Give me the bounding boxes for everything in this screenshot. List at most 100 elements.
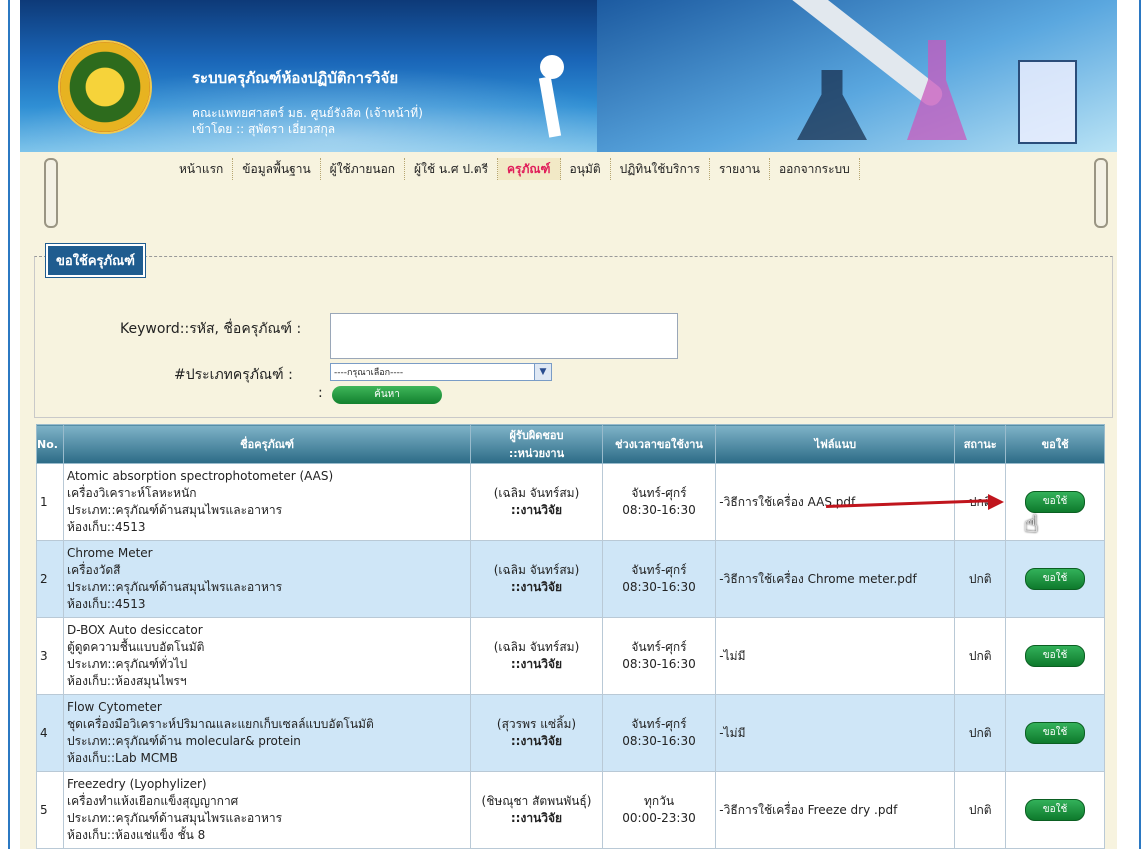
equipment-room: ห้องเก็บ::ห้องสมุนไพรฯ — [66, 674, 187, 688]
type-label: #ประเภทครุภัณฑ์ : — [174, 367, 293, 383]
scroll-ornament-right-icon — [1094, 158, 1108, 228]
type-select[interactable]: ----กรุณาเลือก---- ▼ — [330, 363, 552, 381]
cell-name: Flow Cytometer ชุดเครื่องมือวิเคราะห์ปริม… — [62, 694, 472, 772]
cell-name: Chrome Meterเครื่องวัดสีประเภท::ครุภัณฑ์… — [62, 540, 472, 618]
nav-item-2[interactable]: ผู้ใช้ภายนอก — [321, 158, 406, 180]
figure-icon — [530, 55, 570, 145]
cell-name: Atomic absorption spectrophotometer (AAS… — [62, 463, 472, 541]
request-button[interactable]: ขอใช้ — [1025, 722, 1086, 744]
keyword-input[interactable] — [330, 313, 678, 359]
responsible-unit: ::งานวิจัย — [510, 580, 563, 594]
university-logo — [58, 40, 152, 134]
cell-status: ปกติ — [954, 617, 1007, 695]
cell-responsible: (เฉลิม จันทร์สม)::งานวิจัย — [470, 540, 603, 618]
search-button[interactable]: ค้นหา — [332, 386, 442, 404]
time-days: จันทร์-ศุกร์ — [631, 717, 687, 731]
equipment-name: Freezedry (Lyophylizer) — [66, 777, 207, 791]
header-status: สถานะ — [954, 424, 1007, 464]
equipment-desc: ชุดเครื่องมือวิเคราะห์ปริมาณและแยกเก็บเซ… — [66, 717, 374, 731]
time-hours: 00:00-23:30 — [622, 811, 696, 825]
cell-request: ขอใช้ — [1005, 617, 1105, 695]
table-row: 3 D-BOX Auto desiccator ตู้ดูดความชื้นแบบอ… — [36, 617, 1105, 695]
search-legend: ขอใช้ครุภัณฑ์ — [45, 243, 146, 278]
nav-item-3[interactable]: ผู้ใช้ น.ศ ป.ตรี — [405, 158, 499, 180]
header-file: ไฟล์แนบ — [715, 424, 956, 464]
nav-item-8[interactable]: ออกจากระบบ — [770, 158, 860, 180]
responsible-unit: ::งานวิจัย — [510, 811, 563, 825]
type-select-value: ----กรุณาเลือก---- — [334, 368, 404, 378]
chevron-down-icon: ▼ — [534, 364, 551, 380]
table-row: 2 Chrome Meter เครื่องวัดสี ประเภท::ครุภัณฑ… — [36, 540, 1105, 618]
cell-file[interactable]: -ไม่มี — [715, 617, 956, 695]
app-title: ระบบครุภัณฑ์ห้องปฏิบัติการวิจัย — [192, 69, 399, 87]
keyword-label: Keyword::รหัส, ชื่อครุภัณฑ์ : — [120, 321, 302, 337]
cell-file[interactable]: -ไม่มี — [715, 694, 956, 772]
equipment-desc: เครื่องวิเคราะห์โลหะหนัก — [66, 486, 197, 500]
responsible-person: (เฉลิม จันทร์สม) — [493, 563, 580, 577]
equipment-room: ห้องเก็บ::Lab MCMB — [66, 751, 178, 765]
colon-label: : — [318, 385, 323, 401]
nav-item-0[interactable]: หน้าแรก — [170, 158, 234, 180]
equipment-name: Atomic absorption spectrophotometer (AAS… — [66, 469, 334, 483]
responsible-person: (เฉลิม จันทร์สม) — [493, 486, 580, 500]
cell-time: จันทร์-ศุกร์ 08:30-16:30 — [601, 617, 717, 695]
cell-responsible: (เฉลิม จันทร์สม)::งานวิจัย — [470, 463, 603, 541]
header-resp2: ::หน่วยงาน — [508, 447, 565, 460]
equipment-name: Chrome Meter — [66, 546, 153, 560]
lab-image — [597, 0, 1117, 152]
nav-item-7[interactable]: รายงาน — [710, 158, 770, 180]
time-days: ทุกวัน — [643, 794, 675, 808]
equipment-desc: เครื่องวัดสี — [66, 563, 121, 577]
hand-cursor-icon: ☝ — [1024, 510, 1039, 538]
cell-responsible: (ชิษณุชา สัตพนพันธุ์)::งานวิจัย — [470, 771, 603, 849]
time-days: จันทร์-ศุกร์ — [631, 640, 687, 654]
equipment-type: ประเภท::ครุภัณฑ์ทั่วไป — [66, 657, 188, 671]
cell-request: ขอใช้ — [1005, 463, 1105, 541]
equipment-room: ห้องเก็บ::4513 — [66, 597, 146, 611]
nav-item-6[interactable]: ปฏิทินใช้บริการ — [611, 158, 710, 180]
request-button[interactable]: ขอใช้ — [1025, 568, 1086, 590]
time-hours: 08:30-16:30 — [622, 580, 696, 594]
cell-time: จันทร์-ศุกร์ 08:30-16:30 — [601, 694, 717, 772]
cell-status: ปกติ — [954, 540, 1007, 618]
cell-request: ขอใช้ — [1005, 694, 1105, 772]
cell-name: Freezedry (Lyophylizer) เครื่องทำแห้งเยือ… — [62, 771, 472, 849]
cell-responsible: (สุวรพร แซ่ลิ้ม)::งานวิจัย — [470, 694, 603, 772]
request-button[interactable]: ขอใช้ — [1025, 645, 1086, 667]
request-button[interactable]: ขอใช้ — [1025, 799, 1086, 821]
cell-file[interactable]: -วิธีการใช้เครื่อง Chrome meter.pdf — [715, 540, 956, 618]
table-row: 4 Flow Cytometer ชุดเครื่องมือวิเคราะห์ปริ… — [36, 694, 1105, 772]
equipment-type: ประเภท::ครุภัณฑ์ด้านสมุนไพรและอาหาร — [66, 503, 283, 517]
cell-no: 3 — [36, 617, 64, 695]
equipment-name: D-BOX Auto desiccator — [66, 623, 203, 637]
cell-file[interactable]: -วิธีการใช้เครื่อง Freeze dry .pdf — [715, 771, 956, 849]
nav-item-4[interactable]: ครุภัณฑ์ — [498, 158, 561, 180]
header-time: ช่วงเวลาขอใช้งาน — [601, 424, 717, 464]
cell-no: 1 — [36, 463, 64, 541]
responsible-unit: ::งานวิจัย — [510, 657, 563, 671]
time-hours: 08:30-16:30 — [622, 503, 696, 517]
time-hours: 08:30-16:30 — [622, 657, 696, 671]
table-header-row: No. ชื่อครุภัณฑ์ ผู้รับผิดชอบ::หน่วยงาน … — [36, 424, 1105, 464]
responsible-person: (เฉลิม จันทร์สม) — [493, 640, 580, 654]
header-no: No. — [36, 424, 64, 464]
cell-status: ปกติ — [954, 771, 1007, 849]
equipment-type: ประเภท::ครุภัณฑ์ด้านสมุนไพรและอาหาร — [66, 811, 283, 825]
equipment-type: ประเภท::ครุภัณฑ์ด้านสมุนไพรและอาหาร — [66, 580, 283, 594]
nav-item-5[interactable]: อนุมัติ — [561, 158, 611, 180]
equipment-room: ห้องเก็บ::ห้องแช่แข็ง ชั้น 8 — [66, 828, 206, 842]
equipment-room: ห้องเก็บ::4513 — [66, 520, 146, 534]
nav-item-1[interactable]: ข้อมูลพื้นฐาน — [233, 158, 321, 180]
equipment-type: ประเภท::ครุภัณฑ์ด้าน molecular& protein — [66, 734, 301, 748]
annotation-arrow-icon — [988, 494, 1004, 510]
cell-no: 4 — [36, 694, 64, 772]
time-days: จันทร์-ศุกร์ — [631, 486, 687, 500]
responsible-unit: ::งานวิจัย — [510, 734, 563, 748]
cell-no: 5 — [36, 771, 64, 849]
time-hours: 08:30-16:30 — [622, 734, 696, 748]
header-responsible: ผู้รับผิดชอบ::หน่วยงาน — [470, 424, 603, 464]
login-info: เข้าโดย :: สุพัตรา เอี่ยวสกุล — [192, 122, 336, 136]
header-request: ขอใช้ — [1005, 424, 1105, 464]
equipment-desc: เครื่องทำแห้งเยือกแข็งสุญญากาศ — [66, 794, 239, 808]
cell-status: ปกติ — [954, 694, 1007, 772]
